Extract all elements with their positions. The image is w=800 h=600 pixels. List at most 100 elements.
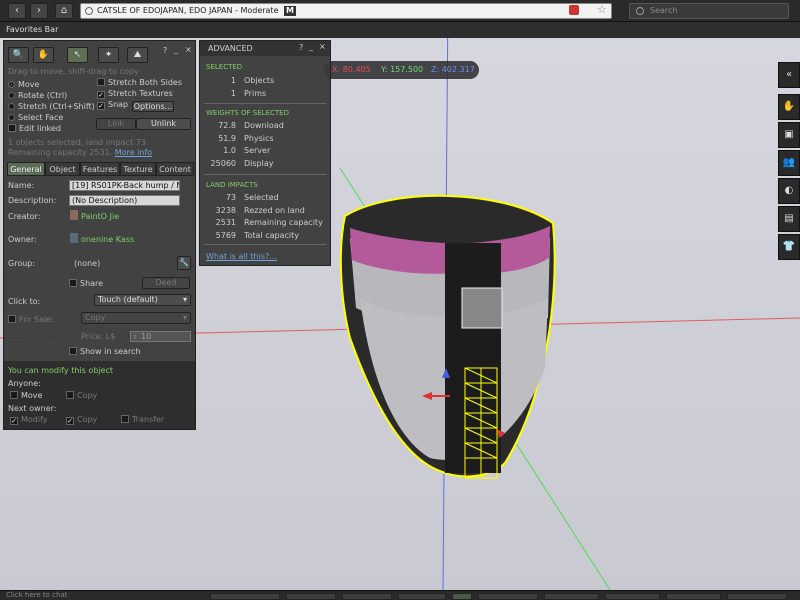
location-input[interactable]: CATSLE OF EDOJAPAN, EDO JAPAN - Moderate… (80, 3, 612, 19)
appearance-icon[interactable]: 👕 (778, 234, 800, 260)
advanced-minimize-button[interactable]: _ (309, 42, 313, 51)
search-input[interactable]: Search (629, 3, 789, 19)
edit-linked[interactable]: Edit linked (8, 123, 96, 134)
parcel-icon[interactable] (569, 5, 579, 15)
selected-object[interactable] (339, 194, 556, 479)
inventory-icon[interactable]: ▤ (778, 206, 800, 232)
move-button[interactable] (342, 593, 392, 600)
checkbox-for-sale[interactable] (8, 315, 16, 323)
view-button[interactable] (398, 593, 446, 600)
checkbox-snap[interactable]: ✓ (97, 102, 105, 110)
back-button[interactable]: ‹ (8, 3, 26, 19)
anyone-label: Anyone: (8, 379, 41, 388)
next-copy-option[interactable]: ✓ Copy (66, 414, 97, 425)
tab-content[interactable]: Content (156, 162, 194, 176)
home-icon[interactable]: ⌂ (55, 3, 73, 19)
options-button[interactable]: Options... (132, 101, 174, 112)
download-weight-value: 72.8 (218, 121, 236, 130)
radio-rotate[interactable] (8, 92, 15, 99)
mode-stretch[interactable]: Stretch (Ctrl+Shift) (8, 101, 96, 112)
tab-object[interactable]: Object (45, 162, 80, 176)
what-is-this-link[interactable]: What is all this?... (206, 252, 277, 261)
chat-button[interactable] (727, 593, 787, 600)
more-info-link[interactable]: More info (115, 148, 152, 157)
grab-tool-icon[interactable]: ✋ (33, 47, 54, 63)
stretch-textures[interactable]: ✓ Stretch Textures (97, 88, 195, 99)
name-field[interactable]: [19] RS01PK-Back hump / Mesh (69, 180, 180, 191)
checkbox-show-in-search[interactable] (69, 347, 77, 355)
edit-mode-group: Move Rotate (Ctrl) Stretch (Ctrl+Shift) … (8, 79, 96, 134)
next-modify-option[interactable]: ✓ Modify (10, 414, 48, 425)
share-option[interactable]: Share (69, 278, 103, 289)
next-owner-label: Next owner: (8, 404, 57, 413)
snapshot-button[interactable] (452, 593, 472, 600)
creator-name[interactable]: PaintO Jie (81, 212, 119, 221)
mode-select-face[interactable]: Select Face (8, 112, 96, 123)
logo-emblem (461, 287, 503, 329)
advanced-close-button[interactable]: × (319, 42, 326, 51)
advanced-titlebar[interactable]: ADVANCED ? _ × (200, 41, 330, 56)
checkbox-anyone-copy[interactable] (66, 391, 74, 399)
price-field[interactable]: ⇕ 10 (130, 331, 191, 342)
anyone-move-option[interactable]: Move (10, 390, 42, 401)
next-modify-label: Modify (21, 415, 48, 424)
land-tool-icon[interactable]: ⛰ (127, 47, 148, 63)
focus-tool-icon[interactable]: 🔍 (8, 47, 29, 63)
hand-icon[interactable]: ✋ (778, 94, 800, 120)
impact-remaining-value: 2531 (215, 218, 236, 227)
checkbox-edit-linked[interactable] (8, 124, 16, 132)
tab-general[interactable]: General (7, 162, 45, 176)
help-button[interactable]: ? (163, 46, 167, 55)
profile-icon[interactable]: ▣ (778, 122, 800, 148)
minimize-button[interactable]: _ (174, 45, 178, 54)
tab-features[interactable]: Features (80, 162, 120, 176)
forward-button[interactable]: › (30, 3, 48, 19)
coordinates-readout: X: 80.405 Y: 157.500 Z: 402.317 (324, 61, 479, 79)
mode-rotate[interactable]: Rotate (Ctrl) (8, 90, 96, 101)
edit-tool-icon[interactable]: ↖ (67, 47, 88, 63)
search-button[interactable] (544, 593, 599, 600)
next-transfer-option[interactable]: Transfer (121, 414, 164, 425)
stretch-both-sides[interactable]: Stretch Both Sides (97, 77, 195, 88)
minimap-button[interactable] (666, 593, 721, 600)
price-spinner-icon[interactable]: ⇕ (132, 333, 137, 341)
tab-texture[interactable]: Texture (120, 162, 156, 176)
link-button[interactable]: Link (96, 118, 136, 130)
checkbox-share[interactable] (69, 279, 77, 287)
checkbox-next-transfer[interactable] (121, 415, 129, 423)
description-field[interactable]: (No Description) (69, 195, 180, 206)
favorite-star-icon[interactable]: ☆ (597, 3, 607, 16)
unlink-button[interactable]: Unlink (136, 118, 191, 130)
radio-select-face[interactable] (8, 114, 15, 121)
radio-move[interactable] (8, 81, 15, 88)
collapse-sidebar-icon[interactable]: « (778, 62, 800, 88)
gestures-button[interactable] (286, 593, 336, 600)
checkbox-stretch-both[interactable] (97, 78, 105, 86)
mode-move[interactable]: Move (8, 79, 96, 90)
creator-label: Creator: (8, 212, 41, 221)
advanced-help-button[interactable]: ? (299, 43, 303, 52)
sale-type-dropdown[interactable]: Copy ▾ (81, 312, 191, 324)
for-sale-option[interactable]: For Sale: (8, 314, 54, 325)
radio-stretch[interactable] (8, 103, 15, 110)
chat-hint[interactable]: Click here to chat (6, 591, 67, 600)
show-in-search-option[interactable]: Show in search (69, 346, 141, 357)
wrench-icon[interactable]: 🔧 (177, 256, 191, 270)
build-button[interactable] (478, 593, 538, 600)
deed-button[interactable]: Deed (142, 277, 190, 289)
close-button[interactable]: × (185, 45, 192, 54)
map-button[interactable] (605, 593, 660, 600)
build-tools-panel: 🔍 ✋ ↖ ✦ ⛰ ? _ × Drag to move, shift-drag… (3, 40, 196, 430)
click-action-dropdown[interactable]: Touch (default) ▾ (94, 294, 191, 306)
speak-button[interactable] (210, 593, 280, 600)
owner-name[interactable]: onenine Kass (81, 235, 134, 244)
anyone-copy-option[interactable]: Copy (66, 390, 97, 401)
create-tool-icon[interactable]: ✦ (98, 47, 119, 63)
people-icon[interactable]: 👥 (778, 150, 800, 176)
checkbox-anyone-move[interactable] (10, 391, 18, 399)
places-icon[interactable]: ◐ (778, 178, 800, 204)
favorites-bar: Favorites Bar (0, 22, 800, 38)
checkbox-next-copy[interactable]: ✓ (66, 417, 74, 425)
checkbox-next-modify[interactable]: ✓ (10, 417, 18, 425)
checkbox-stretch-textures[interactable]: ✓ (97, 91, 105, 99)
